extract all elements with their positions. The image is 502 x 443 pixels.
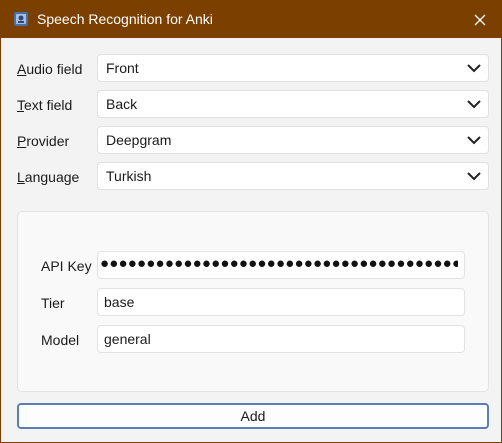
chevron-down-icon — [467, 136, 481, 145]
provider-label: Provider — [17, 133, 70, 149]
language-label: Language — [17, 169, 80, 185]
text-field-select[interactable]: Back — [97, 90, 489, 118]
text-field-value: Back — [106, 96, 138, 112]
model-label: Model — [41, 332, 80, 348]
close-button[interactable] — [459, 1, 501, 38]
text-field-label: Text field — [17, 97, 73, 113]
language-select[interactable]: Turkish — [97, 162, 489, 190]
api-key-value: ●●●●●●●●●●●●●●●●●●●●●●●●●●●●●●●●●●●●●●●●… — [100, 255, 458, 272]
add-button[interactable]: Add — [17, 403, 489, 429]
api-key-label: API Key — [41, 258, 92, 274]
app-icon — [14, 12, 28, 26]
api-key-input[interactable]: ●●●●●●●●●●●●●●●●●●●●●●●●●●●●●●●●●●●●●●●●… — [97, 251, 465, 279]
audio-field-select[interactable]: Front — [97, 54, 489, 82]
title-bar[interactable]: Speech Recognition for Anki — [1, 1, 501, 38]
chevron-down-icon — [467, 100, 481, 109]
audio-field-label: Audio field — [17, 61, 83, 77]
tier-input[interactable]: base — [97, 288, 465, 316]
chevron-down-icon — [467, 172, 481, 181]
close-icon — [474, 14, 486, 25]
dialog-window: Speech Recognition for Anki Audio field … — [0, 0, 502, 443]
language-value: Turkish — [106, 168, 152, 184]
tier-value: base — [104, 294, 135, 310]
tier-label: Tier — [41, 295, 65, 311]
chevron-down-icon — [467, 64, 481, 73]
provider-value: Deepgram — [106, 132, 172, 148]
audio-field-value: Front — [106, 60, 139, 76]
window-title: Speech Recognition for Anki — [37, 11, 213, 27]
model-input[interactable]: general — [97, 325, 465, 353]
model-value: general — [104, 331, 151, 347]
provider-select[interactable]: Deepgram — [97, 126, 489, 154]
